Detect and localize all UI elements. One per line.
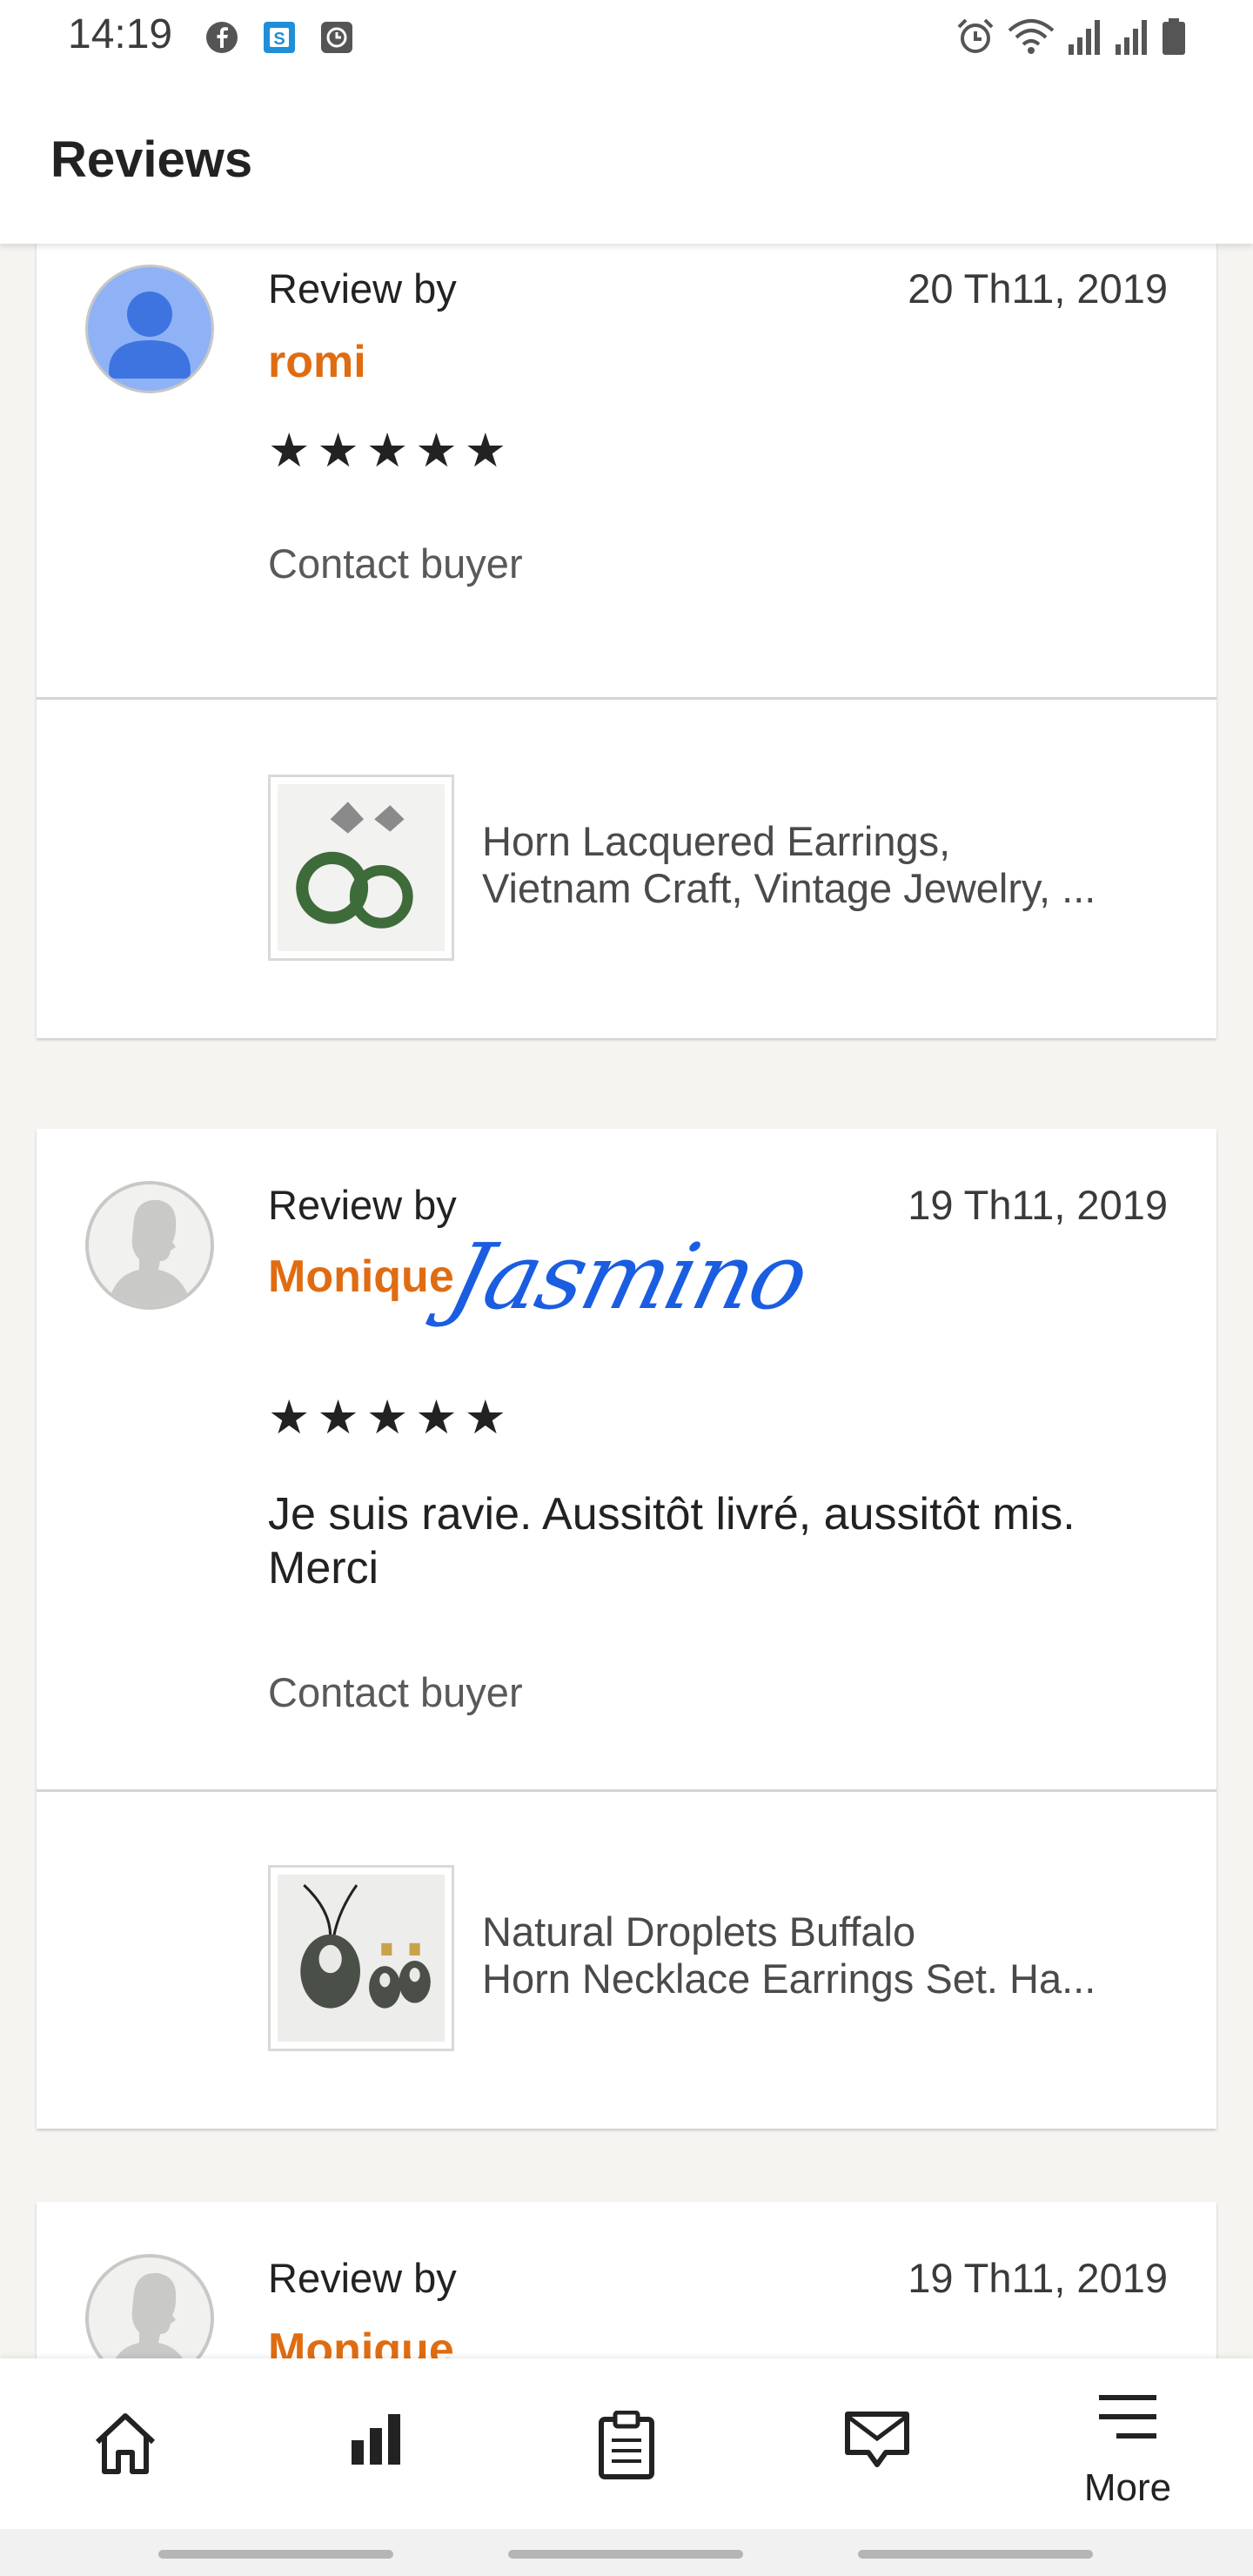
status-bar: 14:19 S [0, 0, 1253, 73]
skype-icon: S [264, 22, 295, 53]
review-by-label: Review by [268, 2255, 457, 2301]
product-thumbnail[interactable] [268, 775, 454, 961]
review-product[interactable]: Horn Lacquered Earrings, Vietnam Craft, … [37, 700, 1216, 1038]
review-by-label: Review by [268, 265, 457, 312]
product-title[interactable]: Natural Droplets Buffalo Horn Necklace E… [482, 1909, 1178, 2002]
contact-buyer-link[interactable]: Contact buyer [268, 1668, 523, 1716]
default-avatar-icon [115, 2272, 183, 2358]
app-bar: Reviews [0, 73, 1253, 244]
avatar[interactable] [85, 1181, 214, 1310]
product-title[interactable]: Horn Lacquered Earrings, Vietnam Craft, … [482, 818, 1178, 912]
svg-text:S: S [273, 30, 285, 49]
default-avatar-icon [108, 1199, 191, 1306]
messages-icon [845, 2412, 909, 2467]
battery-icon [1163, 18, 1185, 55]
review-header: Review by 19 Th11, 2019 Monique [37, 2202, 1216, 2358]
signal-icon [1069, 20, 1100, 55]
gesture-pill[interactable] [508, 2550, 743, 2559]
contact-buyer-link[interactable]: Contact buyer [268, 540, 523, 587]
product-title-line: Horn Necklace Earrings Set. Ha... [482, 1955, 1096, 2002]
reviewer-name-link[interactable]: Monique [268, 1251, 454, 1303]
nav-more[interactable]: More [1002, 2358, 1253, 2529]
product-image [278, 1875, 445, 2042]
menu-icon [1099, 2395, 1156, 2438]
status-time: 14:19 [68, 11, 173, 57]
status-indicators [955, 16, 1187, 57]
bottom-navigation: More [0, 2358, 1253, 2529]
alarm-icon [957, 18, 994, 53]
nav-stats[interactable] [251, 2358, 501, 2529]
review-date: 20 Th11, 2019 [908, 265, 1168, 312]
signal-icon [1116, 20, 1147, 55]
review-product[interactable]: Natural Droplets Buffalo Horn Necklace E… [37, 1792, 1216, 2129]
stats-icon [352, 2414, 400, 2465]
review-header: Review by 19 Th11, 2019 Monique Jasmino … [37, 1129, 1216, 1792]
clock-app-icon [321, 22, 352, 53]
product-title-line: Natural Droplets Buffalo [482, 1909, 916, 1955]
review-by-label: Review by [268, 1182, 457, 1228]
product-title-line: Vietnam Craft, Vintage Jewelry, ... [482, 865, 1096, 911]
review-card: Review by 20 Th11, 2019 romi ★★★★★ Conta… [37, 244, 1216, 1038]
gesture-navigation-bar [0, 2529, 1253, 2576]
product-thumbnail[interactable] [268, 1865, 454, 2051]
review-date: 19 Th11, 2019 [908, 2255, 1168, 2301]
reviews-list[interactable]: Review by 20 Th11, 2019 romi ★★★★★ Conta… [0, 244, 1253, 2358]
signature-overlay: Jasmino [439, 1224, 818, 1330]
gesture-pill[interactable] [158, 2550, 393, 2559]
facebook-icon [206, 22, 238, 53]
reviewer-name-link[interactable]: Monique [268, 2324, 454, 2358]
nav-messages[interactable] [752, 2358, 1002, 2529]
nav-home[interactable] [0, 2358, 251, 2529]
product-image [278, 784, 445, 951]
gesture-pill[interactable] [858, 2550, 1093, 2559]
wifi-icon [1008, 19, 1055, 54]
nav-orders[interactable] [501, 2358, 752, 2529]
review-card: Review by 19 Th11, 2019 Monique [37, 2202, 1216, 2358]
home-icon [95, 2413, 156, 2474]
star-rating: ★★★★★ [268, 425, 514, 477]
review-card: Review by 19 Th11, 2019 Monique Jasmino … [37, 1129, 1216, 2129]
reviewer-name-link[interactable]: romi [268, 336, 366, 388]
avatar[interactable] [85, 2254, 214, 2358]
star-rating: ★★★★★ [268, 1392, 514, 1444]
review-header: Review by 20 Th11, 2019 romi ★★★★★ Conta… [37, 244, 1216, 700]
avatar[interactable] [85, 265, 214, 393]
nav-more-label: More [1083, 2466, 1172, 2509]
user-avatar-icon [109, 292, 191, 379]
orders-icon [599, 2411, 654, 2479]
review-text: Je suis ravie. Aussitôt livré, aussitôt … [268, 1489, 1075, 1593]
page-title: Reviews [50, 131, 253, 188]
review-date: 19 Th11, 2019 [908, 1182, 1168, 1228]
product-title-line: Horn Lacquered Earrings, [482, 818, 951, 864]
